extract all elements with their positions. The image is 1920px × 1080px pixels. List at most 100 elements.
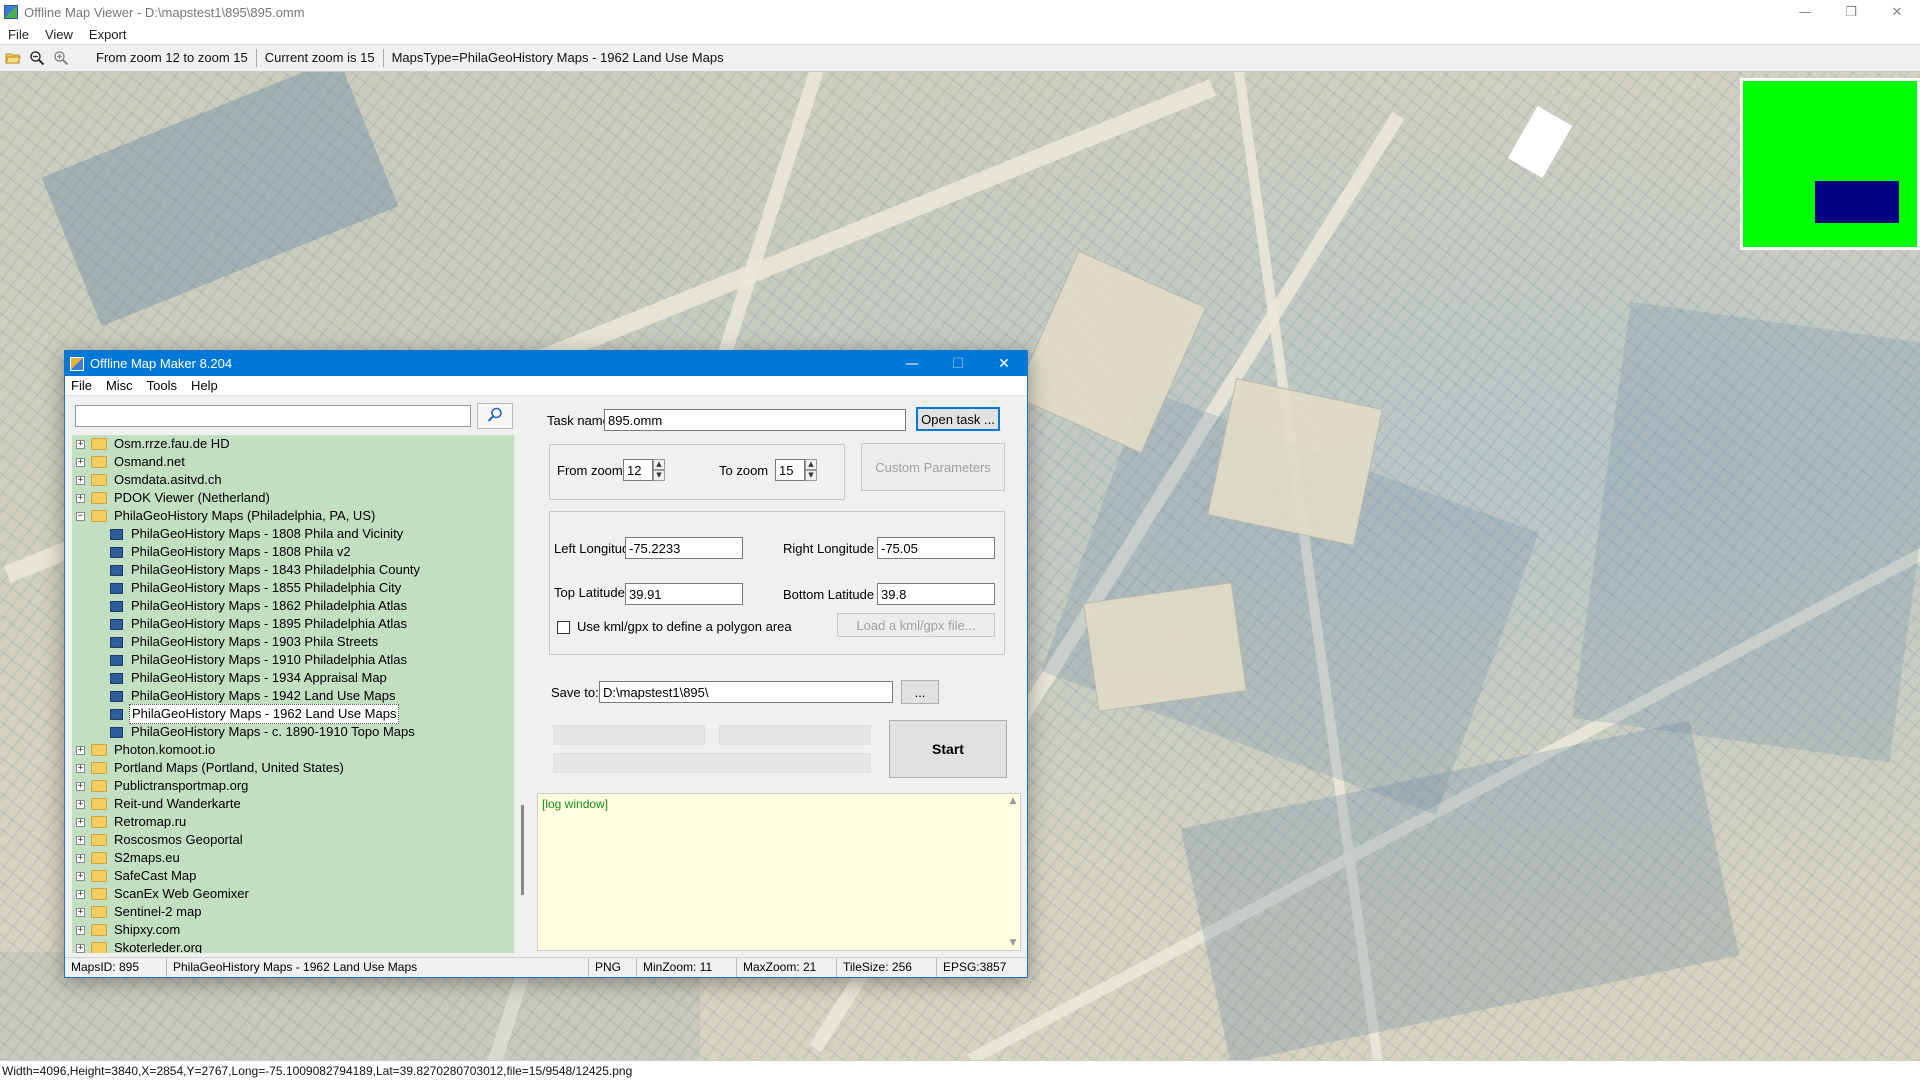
expand-icon[interactable]: + [76,853,85,863]
zoom-in-icon[interactable] [50,47,72,69]
expand-icon[interactable]: + [76,907,85,917]
expand-icon[interactable]: + [76,781,85,791]
tree-provider-item[interactable]: + Shipxy.com [72,921,514,939]
expand-icon[interactable]: + [76,835,85,845]
dialog-menu-tools[interactable]: Tools [147,378,177,393]
tree-scrollbar[interactable] [518,435,530,953]
tree-provider-item[interactable]: − PhilaGeoHistory Maps (Philadelphia, PA,… [72,507,514,525]
maximize-button[interactable]: ❐ [1828,0,1874,24]
tree-map-item[interactable]: PhilaGeoHistory Maps - 1808 Phila and Vi… [72,525,514,543]
tree-item-label: SafeCast Map [114,868,197,883]
expand-icon[interactable]: + [76,799,85,809]
tree-provider-item[interactable]: + Osmdata.asitvd.ch [72,471,514,489]
expand-icon[interactable]: + [76,943,85,953]
from-zoom-down-icon[interactable]: ▼ [653,470,665,481]
browse-folder-button[interactable]: ... [901,680,939,704]
minimize-button[interactable]: — [1782,0,1828,24]
dialog-close-button[interactable]: ✕ [981,351,1027,376]
to-zoom-stepper[interactable]: ▲ ▼ [805,459,817,481]
from-zoom-up-icon[interactable]: ▲ [653,459,665,470]
tree-provider-item[interactable]: + ScanEx Web Geomixer [72,885,514,903]
left-longitude-input[interactable] [625,537,743,559]
open-task-button[interactable]: Open task ... [916,407,1000,431]
to-zoom-down-icon[interactable]: ▼ [805,470,817,481]
map-source-pane: + Osm.rrze.fau.de HD + Osmand.net + Osmdata.a… [69,399,530,957]
tree-map-item[interactable]: PhilaGeoHistory Maps - 1903 Phila Street… [72,633,514,651]
menu-export[interactable]: Export [89,27,135,42]
expand-icon[interactable]: + [76,457,85,467]
scroll-down-icon[interactable]: ▼ [1008,938,1018,948]
folder-icon [91,744,107,756]
dialog-titlebar[interactable]: Offline Map Maker 8.204 — ☐ ✕ [65,351,1027,376]
dialog-menu-file[interactable]: File [71,378,92,393]
start-button[interactable]: Start [889,720,1007,778]
dialog-menu-misc[interactable]: Misc [106,378,133,393]
expand-icon[interactable]: + [76,475,85,485]
to-zoom-input[interactable] [775,459,805,481]
tree-map-item[interactable]: PhilaGeoHistory Maps - 1808 Phila v2 [72,543,514,561]
tree-map-item[interactable]: PhilaGeoHistory Maps - 1934 Appraisal Ma… [72,669,514,687]
log-scrollbar[interactable]: ▲ ▼ [1006,794,1020,950]
tree-provider-item[interactable]: + Osm.rrze.fau.de HD [72,435,514,453]
use-kml-checkbox[interactable] [557,621,570,634]
overview-minimap[interactable] [1740,78,1920,250]
tree-provider-item[interactable]: + Skoterleder.org [72,939,514,953]
tree-provider-item[interactable]: + S2maps.eu [72,849,514,867]
tree-provider-item[interactable]: + Osmand.net [72,453,514,471]
from-zoom-input[interactable] [623,459,653,481]
from-zoom-stepper[interactable]: ▲ ▼ [653,459,665,481]
tree-map-item[interactable]: PhilaGeoHistory Maps - 1910 Philadelphia… [72,651,514,669]
zoom-out-icon[interactable] [26,47,48,69]
tree-map-item[interactable]: PhilaGeoHistory Maps - 1962 Land Use Map… [72,704,514,724]
map-layer-icon [110,726,123,738]
dialog-minimize-button[interactable]: — [889,351,935,376]
search-button[interactable] [477,403,513,429]
expand-icon[interactable]: + [76,925,85,935]
tree-scrollbar-thumb[interactable] [521,805,524,895]
close-button[interactable]: ✕ [1874,0,1920,24]
tree-map-item[interactable]: PhilaGeoHistory Maps - 1862 Philadelphia… [72,597,514,615]
tree-provider-item[interactable]: + SafeCast Map [72,867,514,885]
overview-viewport-rect[interactable] [1815,181,1899,223]
tree-map-item[interactable]: PhilaGeoHistory Maps - 1843 Philadelphia… [72,561,514,579]
expand-icon[interactable]: + [76,493,85,503]
save-to-input[interactable] [599,681,893,703]
dialog-menu-help[interactable]: Help [191,378,218,393]
load-kml-button[interactable]: Load a kml/gpx file... [837,613,995,637]
to-zoom-up-icon[interactable]: ▲ [805,459,817,470]
tree-item-label: PDOK Viewer (Netherland) [114,490,270,505]
menu-view[interactable]: View [45,27,81,42]
tree-map-item[interactable]: PhilaGeoHistory Maps - c. 1890-1910 Topo… [72,723,514,741]
tree-provider-item[interactable]: + Retromap.ru [72,813,514,831]
expand-icon[interactable]: + [76,889,85,899]
top-latitude-input[interactable] [625,583,743,605]
collapse-icon[interactable]: − [76,511,85,521]
tree-provider-item[interactable]: + Roscosmos Geoportal [72,831,514,849]
map-source-tree[interactable]: + Osm.rrze.fau.de HD + Osmand.net + Osmdata.a… [72,435,514,953]
tree-map-item[interactable]: PhilaGeoHistory Maps - 1942 Land Use Map… [72,687,514,705]
bottom-latitude-input[interactable] [877,583,995,605]
tree-map-item[interactable]: PhilaGeoHistory Maps - 1895 Philadelphia… [72,615,514,633]
tree-provider-item[interactable]: + Portland Maps (Portland, United States) [72,759,514,777]
expand-icon[interactable]: + [76,817,85,827]
tree-provider-item[interactable]: + Photon.komoot.io [72,741,514,759]
tree-provider-item[interactable]: + Sentinel-2 map [72,903,514,921]
menu-file[interactable]: File [8,27,37,42]
scroll-up-icon[interactable]: ▲ [1008,796,1018,806]
expand-icon[interactable]: + [76,439,85,449]
map-search-input[interactable] [75,405,471,427]
custom-parameters-button[interactable]: Custom Parameters [861,443,1005,491]
tree-item-label: Osmand.net [114,454,185,469]
right-longitude-input[interactable] [877,537,995,559]
expand-icon[interactable]: + [76,763,85,773]
save-to-label: Save to: [551,685,599,700]
expand-icon[interactable]: + [76,745,85,755]
tree-provider-item[interactable]: + PDOK Viewer (Netherland) [72,489,514,507]
log-window[interactable]: [log window] ▲ ▼ [537,793,1021,951]
open-folder-icon[interactable] [2,47,24,69]
tree-provider-item[interactable]: + Publictransportmap.org [72,777,514,795]
tree-map-item[interactable]: PhilaGeoHistory Maps - 1855 Philadelphia… [72,579,514,597]
task-name-input[interactable] [604,409,906,431]
expand-icon[interactable]: + [76,871,85,881]
tree-provider-item[interactable]: + Reit-und Wanderkarte [72,795,514,813]
